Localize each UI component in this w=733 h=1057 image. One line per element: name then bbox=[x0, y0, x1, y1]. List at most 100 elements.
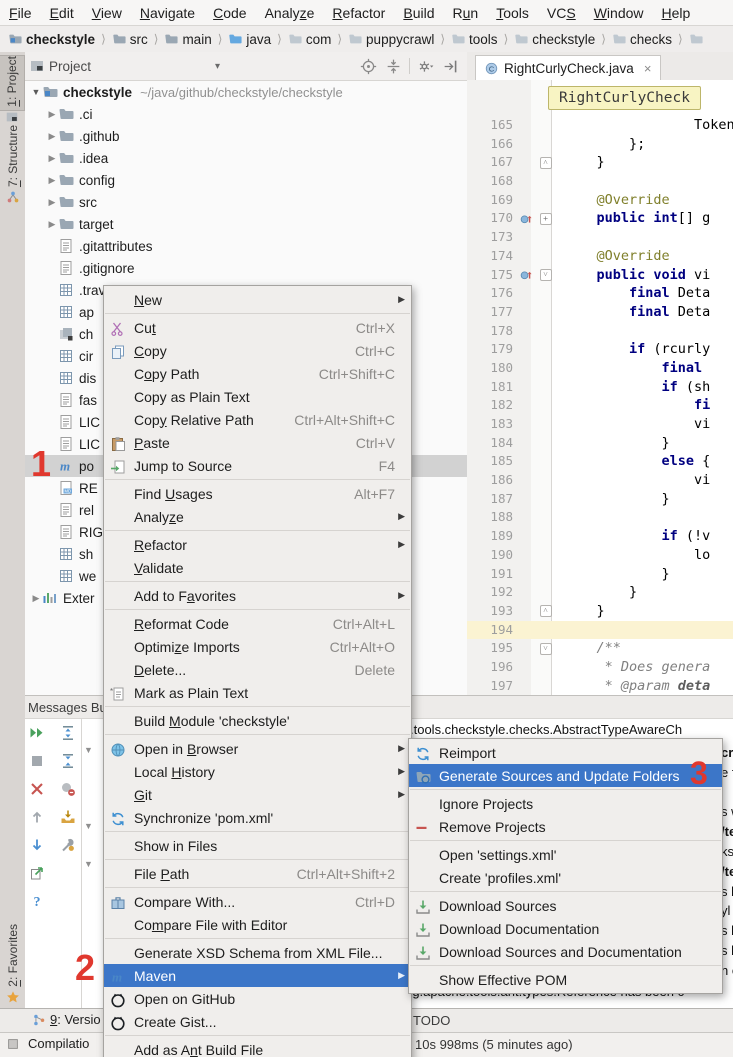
menu-item-add-as-ant-build-file[interactable]: Add as Ant Build File bbox=[104, 1038, 411, 1057]
menubar-item-help[interactable]: Help bbox=[653, 1, 700, 25]
menubar-item-edit[interactable]: Edit bbox=[41, 1, 83, 25]
menu-item-create-gist[interactable]: Create Gist... bbox=[104, 1010, 411, 1033]
tree-arrow-closed-icon[interactable]: ▶ bbox=[46, 153, 58, 164]
tree-expander-icon[interactable]: ▼ bbox=[84, 859, 93, 869]
menubar-item-build[interactable]: Build bbox=[394, 1, 443, 25]
tree-arrow-closed-icon[interactable]: ▶ bbox=[46, 219, 58, 230]
menu-item-compare-file-with-editor[interactable]: Compare File with Editor bbox=[104, 913, 411, 936]
menubar-item-window[interactable]: Window bbox=[585, 1, 653, 25]
menu-item-new[interactable]: New▶ bbox=[104, 288, 411, 311]
breadcrumb-item-checks[interactable]: checks bbox=[610, 32, 674, 47]
stripe-tab-1-project[interactable]: 1: Project bbox=[0, 55, 25, 111]
menu-item-reformat-code[interactable]: Reformat CodeCtrl+Alt+L bbox=[104, 612, 411, 635]
tab-rightcurlycheck[interactable]: C RightCurlyCheck.java × bbox=[475, 55, 661, 80]
expand-all-icon[interactable] bbox=[60, 725, 76, 741]
breadcrumb-item-main[interactable]: main bbox=[162, 32, 213, 47]
menubar-item-analyze[interactable]: Analyze bbox=[256, 1, 324, 25]
menu-item-jump-to-source[interactable]: Jump to SourceF4 bbox=[104, 454, 411, 477]
menubar-item-file[interactable]: File bbox=[0, 1, 41, 25]
menubar-item-run[interactable]: Run bbox=[444, 1, 488, 25]
menu-item-open-in-browser[interactable]: Open in Browser▶ bbox=[104, 737, 411, 760]
tree-arrow-closed-icon[interactable]: ▶ bbox=[46, 175, 58, 186]
collapse-all-icon[interactable] bbox=[60, 753, 76, 769]
stripe-tab-2-favorites[interactable]: 2: Favorites bbox=[0, 904, 25, 1008]
menu-item-download-documentation[interactable]: Download Documentation bbox=[409, 917, 722, 940]
tree-arrow-closed-icon[interactable]: ▶ bbox=[46, 131, 58, 142]
menu-item-delete[interactable]: Delete...Delete bbox=[104, 658, 411, 681]
wrench-icon[interactable] bbox=[60, 837, 76, 853]
menubar-item-view[interactable]: View bbox=[83, 1, 131, 25]
breadcrumb-item-src[interactable]: src bbox=[110, 32, 150, 47]
menu-item-maven[interactable]: mMaven▶ bbox=[104, 964, 411, 987]
menu-item-validate[interactable]: Validate bbox=[104, 556, 411, 579]
menu-item-analyze[interactable]: Analyze▶ bbox=[104, 505, 411, 528]
fold-marker-down-icon[interactable]: ˅ bbox=[540, 269, 552, 281]
breadcrumb-item-item[interactable] bbox=[687, 32, 709, 46]
menu-item-compare-with[interactable]: Compare With...Ctrl+D bbox=[104, 890, 411, 913]
breadcrumb-item-java[interactable]: java bbox=[226, 32, 273, 47]
menu-item-copy-relative-path[interactable]: Copy Relative PathCtrl+Alt+Shift+C bbox=[104, 408, 411, 431]
tree-expander-icon[interactable]: ▼ bbox=[84, 821, 93, 831]
tree-item-checkstyle[interactable]: ▼checkstyle~/java/github/checkstyle/chec… bbox=[25, 81, 467, 103]
menu-item-show-in-files[interactable]: Show in Files bbox=[104, 834, 411, 857]
tree-arrow-closed-icon[interactable]: ▶ bbox=[46, 197, 58, 208]
down-icon[interactable] bbox=[29, 837, 45, 853]
menubar-item-vcs[interactable]: VCS bbox=[538, 1, 585, 25]
rerun-icon[interactable] bbox=[29, 725, 45, 741]
tree-item-src[interactable]: ▶src bbox=[25, 191, 467, 213]
menu-item-reimport[interactable]: Reimport bbox=[409, 741, 722, 764]
tray-icon[interactable] bbox=[60, 809, 76, 825]
menu-item-create-profiles-xml[interactable]: Create 'profiles.xml' bbox=[409, 866, 722, 889]
menu-item-generate-xsd-schema-from-xml-file[interactable]: Generate XSD Schema from XML File... bbox=[104, 941, 411, 964]
export-icon[interactable] bbox=[29, 865, 45, 881]
tree-arrow-open-icon[interactable]: ▼ bbox=[30, 87, 42, 97]
menu-item-cut[interactable]: CutCtrl+X bbox=[104, 316, 411, 339]
close-icon[interactable] bbox=[29, 781, 45, 797]
breadcrumb-item-com[interactable]: com bbox=[286, 32, 334, 47]
tree-item-idea[interactable]: ▶.idea bbox=[25, 147, 467, 169]
tree-item-gitattributes[interactable]: .gitattributes bbox=[25, 235, 467, 257]
breadcrumb-item-puppycrawl[interactable]: puppycrawl bbox=[346, 32, 436, 47]
menu-item-git[interactable]: Git▶ bbox=[104, 783, 411, 806]
breadcrumb-item-checkstyle[interactable]: checkstyle bbox=[512, 32, 597, 47]
menu-item-open-settings-xml[interactable]: Open 'settings.xml' bbox=[409, 843, 722, 866]
locate-icon[interactable] bbox=[360, 58, 377, 75]
fold-marker-plus-icon[interactable]: + bbox=[540, 213, 552, 225]
menu-item-add-to-favorites[interactable]: Add to Favorites▶ bbox=[104, 584, 411, 607]
menu-item-file-path[interactable]: File PathCtrl+Alt+Shift+2 bbox=[104, 862, 411, 885]
fold-marker-up-icon[interactable]: ˄ bbox=[540, 605, 552, 617]
tree-item-github[interactable]: ▶.github bbox=[25, 125, 467, 147]
menubar-item-tools[interactable]: Tools bbox=[487, 1, 538, 25]
menu-item-copy[interactable]: CopyCtrl+C bbox=[104, 339, 411, 362]
fold-marker-down-icon[interactable]: ˅ bbox=[540, 643, 552, 655]
menu-item-download-sources[interactable]: Download Sources bbox=[409, 894, 722, 917]
tree-arrow-closed-icon[interactable]: ▶ bbox=[30, 593, 42, 604]
menu-item-optimize-imports[interactable]: Optimize ImportsCtrl+Alt+O bbox=[104, 635, 411, 658]
menu-item-synchronize-pom-xml[interactable]: Synchronize 'pom.xml' bbox=[104, 806, 411, 829]
hide-panel-icon[interactable] bbox=[442, 58, 459, 75]
tree-item-gitignore[interactable]: .gitignore bbox=[25, 257, 467, 279]
menubar-item-navigate[interactable]: Navigate bbox=[131, 1, 204, 25]
version-control-button[interactable]: 9: Versio bbox=[32, 1012, 101, 1027]
menubar-item-refactor[interactable]: Refactor bbox=[323, 1, 394, 25]
breadcrumb-item-tools[interactable]: tools bbox=[449, 32, 500, 47]
gear-icon[interactable] bbox=[417, 58, 434, 75]
menu-item-copy-path[interactable]: Copy PathCtrl+Shift+C bbox=[104, 362, 411, 385]
menu-item-ignore-projects[interactable]: Ignore Projects bbox=[409, 792, 722, 815]
tree-item-target[interactable]: ▶target bbox=[25, 213, 467, 235]
close-icon[interactable]: × bbox=[644, 61, 652, 76]
menubar-item-code[interactable]: Code bbox=[204, 1, 255, 25]
menu-item-refactor[interactable]: Refactor▶ bbox=[104, 533, 411, 556]
tree-expander-icon[interactable]: ▼ bbox=[84, 745, 93, 755]
menu-item-open-on-github[interactable]: Open on GitHub bbox=[104, 987, 411, 1010]
editor[interactable]: RightCurlyCheck 165TokenT166};167˄}16816… bbox=[467, 80, 733, 695]
tree-item-config[interactable]: ▶config bbox=[25, 169, 467, 191]
menu-item-show-effective-pom[interactable]: Show Effective POM bbox=[409, 968, 722, 991]
stripe-tab-7-structure[interactable]: 7: Structure bbox=[0, 125, 25, 187]
fold-marker-up-icon[interactable]: ˄ bbox=[540, 157, 552, 169]
hide-passed-icon[interactable] bbox=[60, 781, 76, 797]
menu-item-find-usages[interactable]: Find UsagesAlt+F7 bbox=[104, 482, 411, 505]
help-icon[interactable]: ? bbox=[29, 893, 45, 909]
menu-item-paste[interactable]: PasteCtrl+V bbox=[104, 431, 411, 454]
menu-item-build-module-checkstyle[interactable]: Build Module 'checkstyle' bbox=[104, 709, 411, 732]
